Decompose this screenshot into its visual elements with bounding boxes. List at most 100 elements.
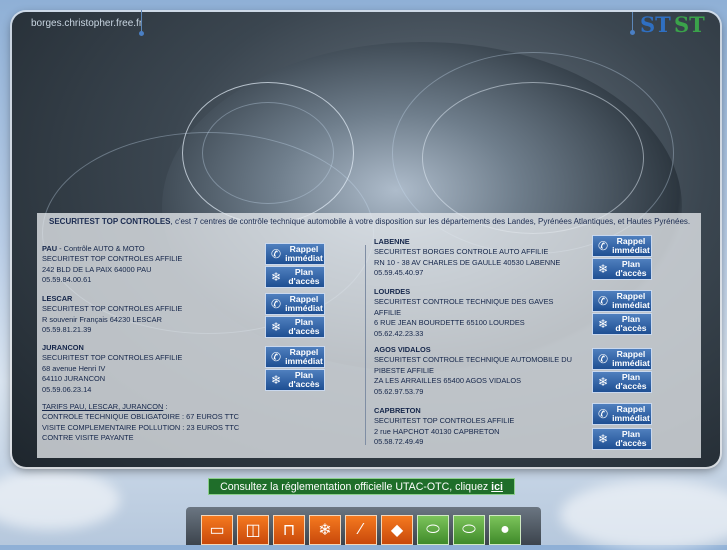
headlight-ring [422,82,644,234]
map-icon: ❄ [597,432,609,446]
nav-speech-button[interactable]: ● [489,515,521,545]
phone-icon: ✆ [597,294,609,308]
plan-button[interactable]: ❄ Plan d'accès [265,316,325,338]
intro-text: SECURITEST TOP CONTROLES, c'est 7 centre… [49,217,699,226]
rappel-button[interactable]: ✆ Rappel immédiat [265,293,325,315]
domain-divider [141,10,142,32]
button-label: Rappel immédiat [612,404,650,423]
plan-button[interactable]: ❄ Plan d'accès [592,371,652,393]
centre-phone: 05.59.81.21.39 [42,325,92,335]
centre-lourdes: LOURDES SECURITEST CONTROLE TECHNIQUE DE… [374,287,553,339]
intro-body: , c'est 7 centres de contrôle technique … [170,217,691,226]
plan-button[interactable]: ❄ Plan d'accès [592,258,652,280]
document-icon: ⊓ [282,522,296,539]
rappel-button[interactable]: ✆ Rappel immédiat [592,403,652,425]
map-icon: ❄ [597,375,609,389]
tarifs-link[interactable]: TARIFS PAU, LESCAR, JURANCON [42,402,163,411]
reglementation-link[interactable]: ici [491,481,503,493]
snowflake-icon: ❄ [318,522,332,539]
centre-phone: 05.59.84.00.61 [42,275,92,285]
logo-dot [630,30,635,35]
centre-jurancon: JURANCON SECURITEST TOP CONTROLES AFFILI… [42,343,182,395]
centre-name-line2: AFFILIE [374,307,402,317]
nav-glasses-button[interactable]: ◫ [237,515,269,545]
plan-button[interactable]: ❄ Plan d'accès [592,313,652,335]
button-label: Plan d'accès [288,370,320,389]
button-label: Plan d'accès [615,314,647,333]
phone-icon: ✆ [597,352,609,366]
column-divider [365,245,366,445]
reglementation-banner: Consultez la réglementation officielle U… [208,478,515,495]
button-label: Plan d'accès [615,429,647,448]
brand-name: SECURITEST TOP CONTROLES [49,217,171,226]
centre-phone: 05.62.42.23.33 [374,328,424,338]
domain-dot [139,31,144,36]
centre-city: LESCAR [42,294,73,303]
centre-type: - Contrôle AUTO & MOTO [57,244,145,253]
cloud [0,470,120,530]
centre-city: AGOS VIDALOS [374,345,431,354]
centre-name: SECURITEST TOP CONTROLES AFFILIE [42,254,183,264]
centre-city: LABENNE [374,237,410,246]
phone-icon: ✆ [597,239,609,253]
centre-city: PAU [42,244,58,253]
button-label: Rappel immédiat [285,244,323,263]
rappel-button[interactable]: ✆ Rappel immédiat [592,348,652,370]
mouse-icon: ⬭ [426,521,440,538]
centre-phone: 05.59.06.23.14 [42,384,92,394]
centre-agos-vidalos: AGOS VIDALOS SECURITEST CONTROLE TECHNIQ… [374,345,572,397]
button-label: Rappel immédiat [612,291,650,310]
map-icon: ❄ [270,320,282,334]
nav-mouse-button[interactable]: ⬭ [453,515,485,545]
map-icon: ❄ [597,317,609,331]
rappel-button[interactable]: ✆ Rappel immédiat [592,235,652,257]
centre-capbreton: CAPBRETON SECURITEST TOP CONTROLES AFFIL… [374,406,514,448]
centre-city: LOURDES [374,287,411,296]
rappel-button[interactable]: ✆ Rappel immédiat [265,346,325,368]
button-label: Rappel immédiat [612,236,650,255]
site-domain: borges.christopher.free.fr [31,18,143,29]
centre-address: RN 10 - 38 AV CHARLES DE GAULLE 40530 LA… [374,257,561,267]
button-label: Rappel immédiat [285,294,323,313]
cloud [560,480,727,550]
speech-icon: ● [500,521,510,538]
plan-button[interactable]: ❄ Plan d'accès [265,369,325,391]
nav-book-button[interactable]: ▭ [201,515,233,545]
tarifs-block: TARIFS PAU, LESCAR, JURANCON : CONTROLE … [42,402,239,444]
plan-button[interactable]: ❄ Plan d'accès [265,266,325,288]
phone-icon: ✆ [270,297,282,311]
centre-phone: 05.59.45.40.97 [374,268,424,278]
map-icon: ❄ [270,270,282,284]
centre-address-line2: 64110 JURANCON [42,374,106,384]
centre-address: ZA LES ARRAILLES 65400 AGOS VIDALOS [374,376,522,386]
button-label: Plan d'accès [615,372,647,391]
tarif-line: CONTROLE TECHNIQUE OBLIGATOIRE : 67 EURO… [42,412,239,422]
centre-address: R souvenir Français 64230 LESCAR [42,314,162,324]
nav-eraser-button[interactable]: ◆ [381,515,413,545]
rappel-button[interactable]: ✆ Rappel immédiat [265,243,325,265]
nav-brush-button[interactable]: ∕ [345,515,377,545]
map-icon: ❄ [597,262,609,276]
centre-address: 6 RUE JEAN BOURDETTE 65100 LOURDES [374,318,525,328]
button-label: Rappel immédiat [612,349,650,368]
rappel-button[interactable]: ✆ Rappel immédiat [592,290,652,312]
button-label: Plan d'accès [288,317,320,336]
centre-name: SECURITEST BORGES CONTROLE AUTO AFFILIE [374,247,549,257]
centre-name: SECURITEST TOP CONTROLES AFFILIE [42,304,183,314]
tarifs-separator: : [163,402,168,411]
centre-name: SECURITEST CONTROLE TECHNIQUE DES GAVES [374,297,554,307]
centre-phone: 05.58.72.49.49 [374,437,424,447]
centre-address: 242 BLD DE LA PAIX 64000 PAU [42,264,152,274]
nav-document-button[interactable]: ⊓ [273,515,305,545]
map-icon: ❄ [270,373,282,387]
tarif-line: CONTRE VISITE PAYANTE [42,433,134,443]
centre-labenne: LABENNE SECURITEST BORGES CONTROLE AUTO … [374,237,560,279]
nav-mouse-button[interactable]: ⬭ [417,515,449,545]
centre-name: SECURITEST TOP CONTROLES AFFILIE [42,353,183,363]
button-label: Plan d'accès [615,259,647,278]
book-icon: ▭ [209,522,225,539]
centre-address: 68 avenue Henri IV [42,363,106,373]
phone-icon: ✆ [270,247,282,261]
plan-button[interactable]: ❄ Plan d'accès [592,428,652,450]
nav-snowflake-button[interactable]: ❄ [309,515,341,545]
